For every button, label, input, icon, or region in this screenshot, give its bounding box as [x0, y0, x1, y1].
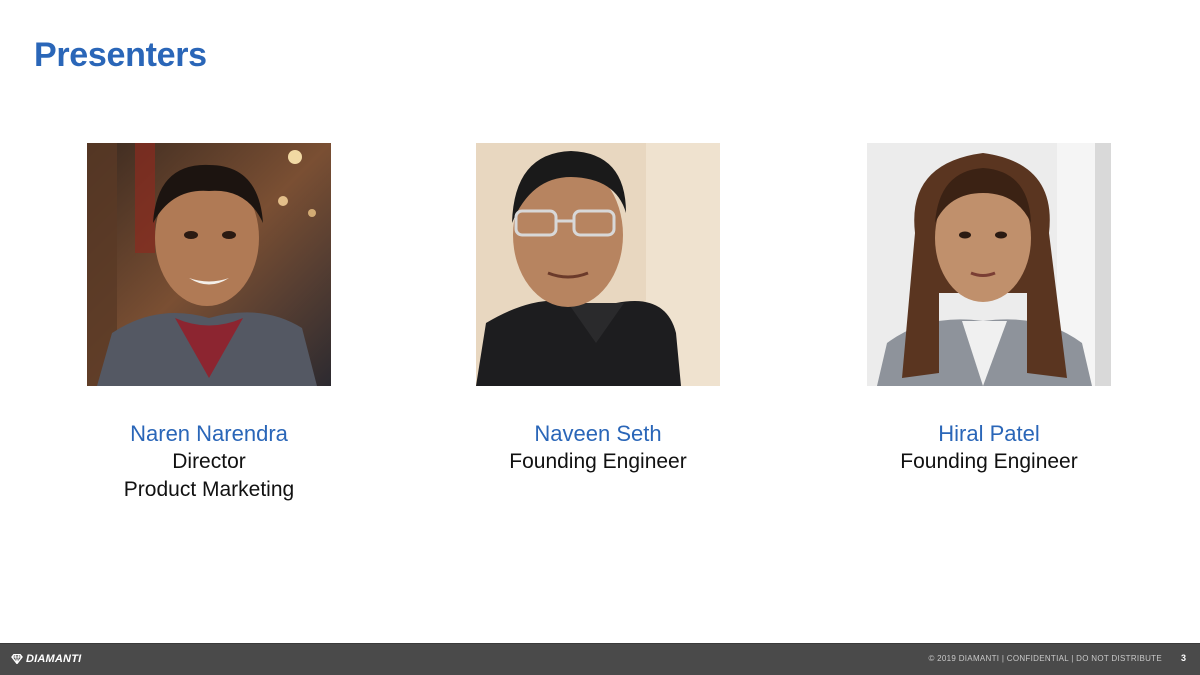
diamond-icon	[11, 654, 23, 664]
presenter-role-3: Founding Engineer	[900, 450, 1078, 473]
presenter-role-1-line2: Product Marketing	[123, 478, 295, 501]
presenter-name-1: Naren Narendra	[130, 421, 288, 446]
slide-title: Presenters	[34, 36, 207, 74]
page-number: 3	[1180, 653, 1186, 663]
presenter-photo-1	[87, 143, 331, 386]
presenter-role-1: Director	[172, 450, 246, 473]
slide-footer: DIAMANTI © 2019 DIAMANTI | CONFIDENTIAL …	[0, 643, 1200, 675]
presenter-card-1: Naren Narendra Director Product Marketin…	[59, 143, 359, 504]
presenter-role-2: Founding Engineer	[509, 450, 687, 473]
footer-confidential-note: © 2019 DIAMANTI | CONFIDENTIAL | DO NOT …	[928, 654, 1162, 663]
presenter-name-2: Naveen Seth	[534, 421, 662, 446]
company-logo: DIAMANTI	[11, 653, 81, 665]
presenter-photo-3	[867, 143, 1111, 386]
presenter-name-3: Hiral Patel	[938, 421, 1040, 446]
logo-text: DIAMANTI	[26, 653, 82, 665]
presenter-card-3: Hiral Patel Founding Engineer	[839, 143, 1139, 476]
presenter-card-2: Naveen Seth Founding Engineer	[448, 143, 748, 476]
presenter-photo-2	[476, 143, 720, 386]
